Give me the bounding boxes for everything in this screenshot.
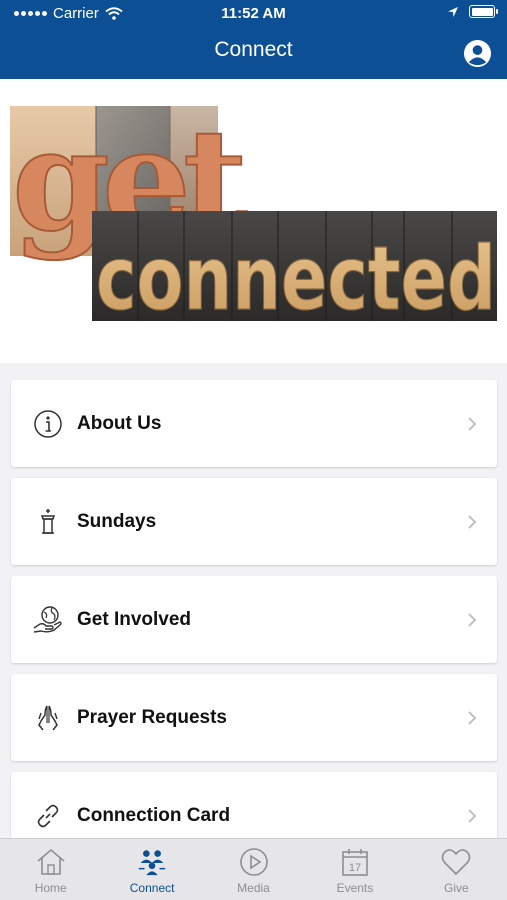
connect-menu-list: About Us Sundays Get Involved Prayer Req… [0,363,507,838]
link-icon [31,799,65,833]
top-bar: Carrier 11:52 AM Connect [0,0,507,79]
calendar-icon: 17 [339,846,371,878]
tab-media[interactable]: Media [203,839,304,900]
tab-events[interactable]: 17 Events [304,839,405,900]
home-icon [35,846,67,878]
menu-item-label: About Us [77,412,162,434]
tab-label: Media [237,881,270,895]
heart-icon [440,846,472,878]
tab-give[interactable]: Give [406,839,507,900]
tab-label: Home [34,881,67,895]
chevron-right-icon [468,612,477,627]
status-time: 11:52 AM [221,5,286,22]
play-icon [238,846,270,878]
chevron-right-icon [468,416,477,431]
chevron-right-icon [468,710,477,725]
hero-text-connected: connected [95,226,496,330]
menu-item-sundays[interactable]: Sundays [11,478,497,565]
menu-item-label: Connection Card [77,804,231,826]
hero-banner: get connected [0,79,507,363]
globe-hand-icon [31,603,65,637]
menu-item-label: Sundays [77,510,157,532]
pulpit-icon [31,505,65,539]
people-icon [136,846,168,878]
hero-image: get connected [10,98,497,331]
tab-home[interactable]: Home [0,839,101,900]
tab-label: Connect [129,881,175,895]
svg-text:connected: connected [96,227,496,330]
menu-item-connection-card[interactable]: Connection Card [11,772,497,838]
tab-label: Give [443,881,469,895]
menu-item-about-us[interactable]: About Us [11,380,497,467]
profile-icon[interactable] [463,39,492,68]
page-title: Connect [214,38,293,61]
chevron-right-icon [468,514,477,529]
chevron-right-icon [468,808,477,823]
info-icon [31,407,65,441]
menu-item-label: Get Involved [77,608,192,630]
menu-item-label: Prayer Requests [77,706,227,728]
tab-label: Events [336,881,374,895]
tab-bar: Home Connect Media 17 Events Give [0,838,507,900]
location-arrow-icon [448,6,458,17]
menu-item-get-involved[interactable]: Get Involved [11,576,497,663]
tab-connect[interactable]: Connect [101,839,202,900]
battery-icon [469,5,498,18]
calendar-day: 17 [349,862,361,874]
status-bar: Carrier 11:52 AM [0,0,507,28]
praying-hands-icon [31,701,65,735]
menu-item-prayer-requests[interactable]: Prayer Requests [11,674,497,761]
